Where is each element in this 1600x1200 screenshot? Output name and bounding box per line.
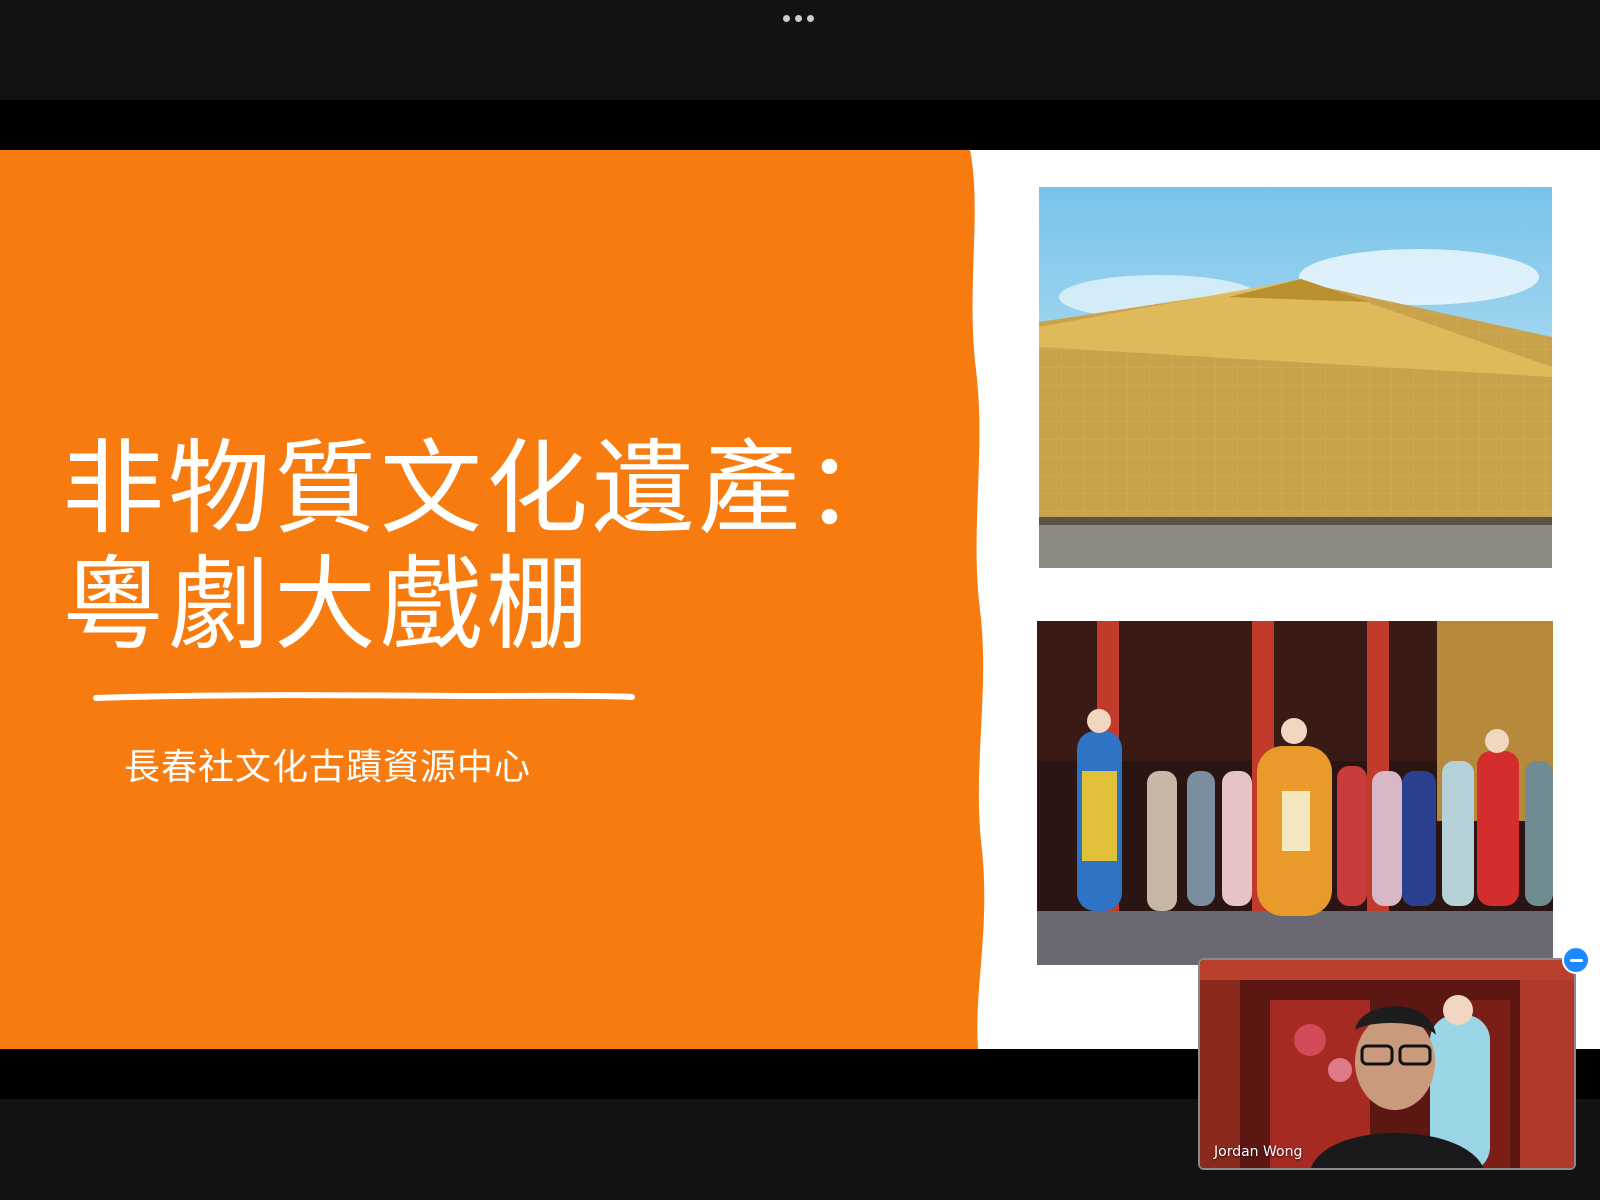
shared-slide: 非物質文化遺產： 粵劇大戲棚 長春社文化古蹟資源中心 xyxy=(0,150,1600,1049)
slide-subtitle: 長春社文化古蹟資源中心 xyxy=(124,747,532,788)
participant-video-feed xyxy=(1200,960,1574,1168)
title-underline xyxy=(93,692,635,701)
more-options-icon[interactable] xyxy=(781,12,815,24)
dot xyxy=(794,14,802,22)
cantonese-opera-stage-photo xyxy=(1037,621,1553,965)
slide-title: 非物質文化遺產： 粵劇大戲棚 xyxy=(62,432,962,664)
slide-title-line-1: 非物質文化遺產： xyxy=(62,430,910,549)
minimize-video-button[interactable] xyxy=(1562,946,1590,974)
dot xyxy=(806,14,814,22)
slide-title-line-2: 粵劇大戲棚 xyxy=(62,546,592,665)
dot xyxy=(782,14,790,22)
meeting-top-bar xyxy=(0,0,1600,100)
letterbox-top xyxy=(0,100,1600,150)
bamboo-theatre-photo xyxy=(1039,187,1552,568)
participant-name: Jordan Wong xyxy=(1214,1144,1303,1160)
participant-video-tile[interactable]: Jordan Wong xyxy=(1198,958,1576,1170)
minus-icon xyxy=(1569,958,1583,962)
